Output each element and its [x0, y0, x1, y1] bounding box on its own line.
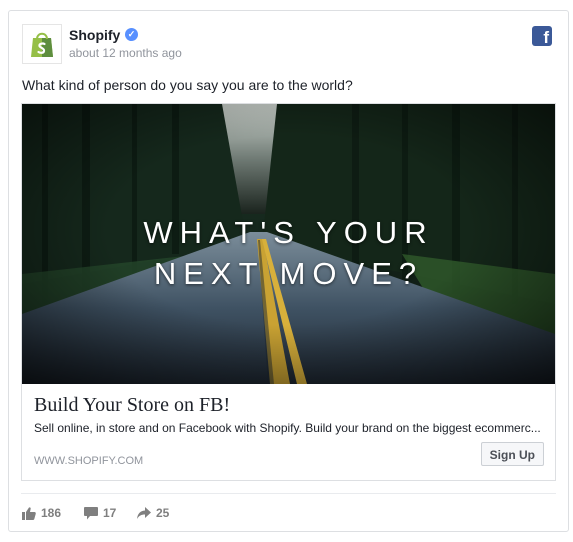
comment-count-value: 17 — [103, 506, 117, 520]
hero-headline-line2: NEXT MOVE? — [153, 256, 424, 291]
hero-headline-line1: WHAT'S YOUR — [143, 215, 434, 250]
sign-up-button[interactable]: Sign Up — [480, 442, 544, 466]
share-count[interactable]: 25 — [137, 506, 169, 520]
share-count-value: 25 — [156, 506, 170, 520]
link-title[interactable]: Build Your Store on FB! — [34, 394, 230, 417]
facebook-icon: f — [532, 26, 552, 46]
page-avatar[interactable] — [22, 24, 62, 64]
page-name[interactable]: Shopify — [69, 27, 120, 43]
facebook-post-card: Shopify ✓ about 12 months ago f What kin… — [8, 10, 569, 532]
link-description: Sell online, in store and on Facebook wi… — [34, 421, 541, 435]
share-arrow-icon — [137, 507, 151, 519]
shopify-bag-icon — [31, 32, 53, 57]
post-timestamp[interactable]: about 12 months ago — [69, 46, 182, 60]
like-count-value: 186 — [41, 506, 62, 520]
link-preview[interactable]: WHAT'S YOUR NEXT MOVE? Build Your Store … — [21, 103, 556, 481]
hero-image[interactable]: WHAT'S YOUR NEXT MOVE? — [22, 104, 555, 384]
link-domain: WWW.SHOPIFY.COM — [34, 455, 144, 467]
comment-count[interactable]: 17 — [84, 506, 116, 520]
verified-badge-icon: ✓ — [125, 28, 138, 41]
comment-icon — [84, 506, 98, 519]
like-count[interactable]: 186 — [22, 506, 61, 520]
post-text: What kind of person do you say you are t… — [22, 77, 353, 93]
thumbs-up-icon — [22, 506, 36, 520]
footer-divider — [21, 493, 556, 494]
